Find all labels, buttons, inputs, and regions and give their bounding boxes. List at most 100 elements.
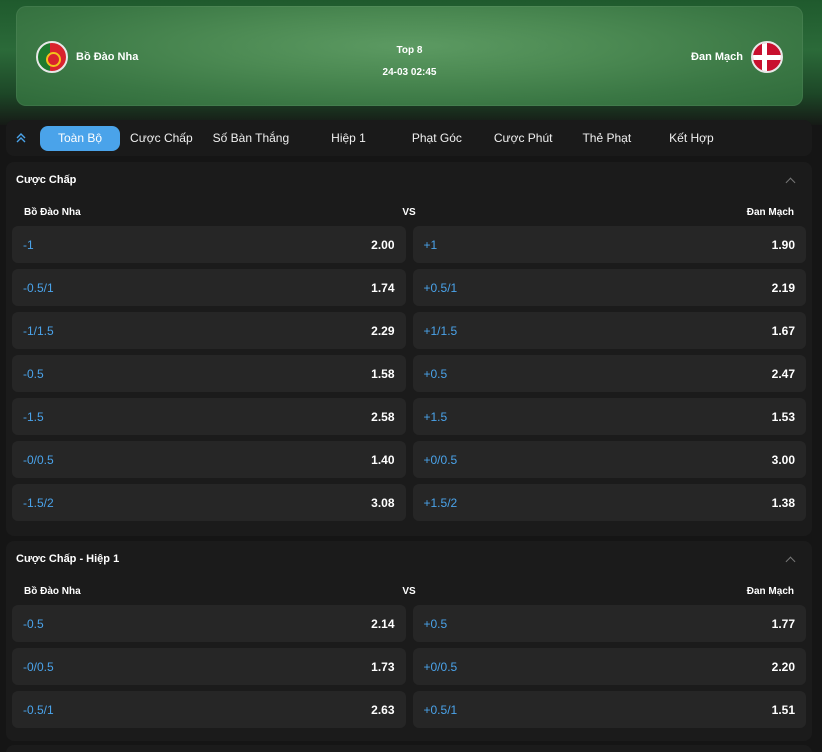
away-handicap-line: +1/1.5 bbox=[423, 323, 458, 338]
home-column-label: Bồ Đào Nha bbox=[24, 585, 81, 597]
home-handicap-line: -0.5 bbox=[23, 616, 44, 631]
away-odds-value: 1.67 bbox=[771, 323, 795, 338]
home-handicap-line: -0.5/1 bbox=[23, 702, 54, 717]
tab-toan-bo[interactable]: Toàn Bộ bbox=[40, 125, 121, 151]
home-odds-value: 2.58 bbox=[371, 409, 395, 424]
home-handicap-line: -1/1.5 bbox=[23, 323, 54, 338]
handicap-section: Cược Chấp Bồ Đào Nha VS Đan Mạch -1 2.00 +… bbox=[6, 162, 812, 536]
first-half-handicap-section: Cược Chấp - Hiệp 1 Bồ Đào Nha VS Đan Mạc… bbox=[6, 541, 812, 741]
chevron-up-icon[interactable] bbox=[785, 177, 796, 187]
home-odds-cell[interactable]: -1.5 2.58 bbox=[12, 398, 406, 435]
away-odds-cell[interactable]: +0/0.5 3.00 bbox=[412, 441, 806, 478]
odds-rows: -0.5 2.14 +0.5 1.77 -0/0.5 1.73 +0/0.5 2.20 -0.5… bbox=[6, 605, 812, 728]
section-title: Cược Chấp - Hiệp 1 bbox=[16, 553, 120, 565]
table-row: -0/0.5 1.73 +0/0.5 2.20 bbox=[12, 648, 806, 685]
match-datetime: 24-03 02:45 bbox=[382, 67, 437, 78]
home-handicap-line: -0.5/1 bbox=[23, 280, 54, 295]
away-odds-value: 3.00 bbox=[771, 452, 795, 467]
table-row: -0.5/1 2.63 +0.5/1 1.51 bbox=[12, 691, 806, 728]
home-odds-value: 1.74 bbox=[371, 280, 395, 295]
chevron-up-icon[interactable] bbox=[785, 556, 796, 566]
away-team[interactable]: Đan Mạch bbox=[691, 41, 783, 73]
away-odds-cell[interactable]: +1.5/2 1.38 bbox=[412, 484, 806, 521]
away-odds-cell[interactable]: +1/1.5 1.67 bbox=[412, 312, 806, 349]
away-handicap-line: +0/0.5 bbox=[423, 452, 458, 467]
away-odds-value: 1.90 bbox=[771, 237, 795, 252]
tab-ket-hop[interactable]: Kết Hợp bbox=[659, 126, 724, 151]
table-row: -0.5/1 1.74 +0.5/1 2.19 bbox=[12, 269, 806, 306]
away-odds-cell[interactable]: +0.5 1.77 bbox=[412, 605, 806, 642]
home-odds-cell[interactable]: -0/0.5 1.73 bbox=[12, 648, 406, 685]
away-odds-value: 2.20 bbox=[771, 659, 795, 674]
home-odds-cell[interactable]: -0.5 1.58 bbox=[12, 355, 406, 392]
away-handicap-line: +0/0.5 bbox=[423, 659, 458, 674]
match-info: Top 8 24-03 02:45 bbox=[16, 40, 803, 84]
home-handicap-line: -0/0.5 bbox=[23, 659, 54, 674]
section-title: Cược Chấp bbox=[16, 174, 77, 186]
section-header[interactable]: Cược Chấp bbox=[6, 162, 812, 198]
away-team-name: Đan Mạch bbox=[691, 51, 743, 63]
home-odds-cell[interactable]: -0.5/1 1.74 bbox=[12, 269, 406, 306]
match-page: Bồ Đào Nha Top 8 24-03 02:45 Đan Mạch To… bbox=[0, 0, 822, 752]
away-odds-cell[interactable]: +0/0.5 2.20 bbox=[412, 648, 806, 685]
away-odds-value: 2.19 bbox=[771, 280, 795, 295]
tab-the-phat[interactable]: Thẻ Phạt bbox=[572, 126, 641, 151]
column-header: Bồ Đào Nha VS Đan Mạch bbox=[6, 577, 812, 605]
away-handicap-line: +0.5 bbox=[423, 616, 448, 631]
tab-cuoc-phut[interactable]: Cược Phút bbox=[484, 126, 563, 151]
away-odds-value: 1.38 bbox=[771, 495, 795, 510]
table-row: -1/1.5 2.29 +1/1.5 1.67 bbox=[12, 312, 806, 349]
denmark-flag-icon bbox=[751, 41, 783, 73]
table-row: -0.5 1.58 +0.5 2.47 bbox=[12, 355, 806, 392]
home-odds-value: 2.29 bbox=[371, 323, 395, 338]
home-odds-cell[interactable]: -1/1.5 2.29 bbox=[12, 312, 406, 349]
away-odds-cell[interactable]: +0.5/1 1.51 bbox=[412, 691, 806, 728]
away-odds-cell[interactable]: +1.5 1.53 bbox=[412, 398, 806, 435]
tab-hiep-1[interactable]: Hiệp 1 bbox=[321, 126, 376, 151]
home-odds-value: 2.00 bbox=[371, 237, 395, 252]
table-row: -1.5 2.58 +1.5 1.53 bbox=[12, 398, 806, 435]
vs-label: VS bbox=[402, 206, 416, 218]
home-odds-value: 1.58 bbox=[371, 366, 395, 381]
away-column-label: Đan Mạch bbox=[746, 206, 794, 218]
away-handicap-line: +1.5/2 bbox=[423, 495, 458, 510]
double-chevron-up-icon[interactable] bbox=[10, 132, 32, 144]
away-handicap-line: +0.5 bbox=[423, 366, 448, 381]
away-odds-cell[interactable]: +0.5 2.47 bbox=[412, 355, 806, 392]
home-handicap-line: -0.5 bbox=[23, 366, 44, 381]
away-column-label: Đan Mạch bbox=[746, 585, 794, 597]
table-row: -1.5/2 3.08 +1.5/2 1.38 bbox=[12, 484, 806, 521]
home-handicap-line: -0/0.5 bbox=[23, 452, 54, 467]
column-header: Bồ Đào Nha VS Đan Mạch bbox=[6, 198, 812, 226]
away-odds-cell[interactable]: +0.5/1 2.19 bbox=[412, 269, 806, 306]
away-handicap-line: +0.5/1 bbox=[423, 280, 458, 295]
home-odds-cell[interactable]: -0.5 2.14 bbox=[12, 605, 406, 642]
away-odds-cell[interactable]: +1 1.90 bbox=[412, 226, 806, 263]
tab-phat-goc[interactable]: Phạt Góc bbox=[402, 126, 472, 151]
home-odds-cell[interactable]: -0/0.5 1.40 bbox=[12, 441, 406, 478]
away-handicap-line: +1.5 bbox=[423, 409, 448, 424]
table-row: -0/0.5 1.40 +0/0.5 3.00 bbox=[12, 441, 806, 478]
home-handicap-line: -1.5/2 bbox=[23, 495, 54, 510]
home-odds-cell[interactable]: -0.5/1 2.63 bbox=[12, 691, 406, 728]
home-odds-cell[interactable]: -1 2.00 bbox=[12, 226, 406, 263]
away-odds-value: 1.77 bbox=[771, 616, 795, 631]
match-stage: Top 8 bbox=[396, 45, 423, 56]
match-header: Bồ Đào Nha Top 8 24-03 02:45 Đan Mạch bbox=[16, 6, 803, 106]
home-handicap-line: -1 bbox=[23, 237, 34, 252]
home-handicap-line: -1.5 bbox=[23, 409, 44, 424]
odds-rows: -1 2.00 +1 1.90 -0.5/1 1.74 +0.5/1 2.19 -1/1.5 2.… bbox=[6, 226, 812, 521]
table-row: -1 2.00 +1 1.90 bbox=[12, 226, 806, 263]
section-header[interactable]: Cược Chấp - Hiệp 1 bbox=[6, 541, 812, 577]
home-odds-cell[interactable]: -1.5/2 3.08 bbox=[12, 484, 406, 521]
away-handicap-line: +1 bbox=[423, 237, 438, 252]
away-odds-value: 2.47 bbox=[771, 366, 795, 381]
tab-so-ban-thang[interactable]: Số Bàn Thắng bbox=[203, 126, 300, 151]
vs-label: VS bbox=[402, 585, 416, 597]
home-odds-value: 1.73 bbox=[371, 659, 395, 674]
next-section bbox=[6, 745, 812, 752]
home-odds-value: 3.08 bbox=[371, 495, 395, 510]
home-odds-value: 1.40 bbox=[371, 452, 395, 467]
tab-cuoc-chap[interactable]: Cược Chấp bbox=[120, 126, 203, 151]
home-column-label: Bồ Đào Nha bbox=[24, 206, 81, 218]
